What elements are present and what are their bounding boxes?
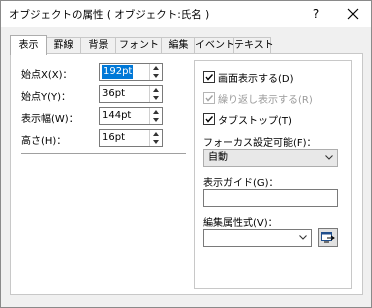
start-x-value: 192pt	[102, 65, 134, 79]
display-width-field[interactable]: 144pt	[99, 107, 163, 125]
display-width-value: 144pt	[102, 110, 132, 121]
start-y-value: 36pt	[102, 88, 125, 99]
display-width-spinner	[149, 108, 162, 124]
spin-down-icon	[153, 118, 159, 122]
display-options-group: 画面表示する(D) 繰り返し表示する(R) タブストップ(T) フォーカス設定可…	[194, 60, 352, 289]
close-button[interactable]	[339, 3, 367, 25]
repeat-display-checkbox[interactable]	[203, 92, 215, 104]
edit-format-label: 編集属性式(V)：	[203, 218, 278, 229]
start-y-spin-down[interactable]	[150, 94, 162, 102]
checkmark-icon	[205, 74, 214, 81]
tab-stop-checkbox[interactable]	[203, 113, 215, 125]
display-width-spin-down[interactable]	[150, 116, 162, 124]
start-y-field[interactable]: 36pt	[99, 85, 163, 103]
tab-background[interactable]: 背景	[80, 37, 117, 54]
position-separator	[21, 153, 186, 154]
tab-edit[interactable]: 編集	[161, 37, 196, 54]
height-value: 16pt	[102, 132, 125, 143]
chevron-down-icon	[299, 235, 307, 240]
tab-text[interactable]: テキスト	[233, 37, 274, 54]
tab-display[interactable]: 表示	[10, 35, 47, 55]
display-tab-panel: 始点X(X)： 192pt 始点Y(Y)： 36pt 表示幅(W)： 144pt…	[10, 53, 363, 295]
start-x-field[interactable]: 192pt	[99, 63, 163, 81]
focus-setting-value: 自動	[208, 152, 228, 163]
spin-up-icon	[153, 132, 159, 136]
expression-builder-icon	[321, 232, 335, 243]
start-x-label: 始点X(X)：	[21, 70, 73, 81]
tab-stop-label[interactable]: タブストップ(T)	[218, 112, 292, 127]
display-guide-input[interactable]	[203, 189, 338, 207]
height-spin-up[interactable]	[150, 130, 162, 138]
spin-down-icon	[153, 74, 159, 78]
height-label: 高さ(H)：	[21, 136, 67, 147]
spin-down-icon	[153, 140, 159, 144]
start-x-spin-down[interactable]	[150, 72, 162, 80]
title-bar: オブジェクトの属性 ( オブジェクト:氏名 ) ?	[1, 1, 371, 27]
edit-format-combo[interactable]	[203, 229, 312, 247]
dialog-title: オブジェクトの属性 ( オブジェクト:氏名 )	[9, 9, 210, 21]
properties-dialog: オブジェクトの属性 ( オブジェクト:氏名 ) ? 表示 罫線 背景 フォント …	[0, 0, 372, 308]
help-button[interactable]: ?	[303, 3, 329, 25]
start-x-spin-up[interactable]	[150, 64, 162, 72]
spin-up-icon	[153, 66, 159, 70]
start-x-spinner	[149, 64, 162, 80]
focus-setting-label: フォーカス設定可能(F)：	[203, 138, 317, 149]
tab-events[interactable]: イベント	[194, 37, 235, 54]
repeat-display-label[interactable]: 繰り返し表示する(R)	[218, 91, 313, 106]
display-width-spin-up[interactable]	[150, 108, 162, 116]
checkmark-icon	[205, 95, 214, 102]
show-on-screen-label[interactable]: 画面表示する(D)	[218, 70, 294, 85]
checkmark-icon	[205, 116, 214, 123]
spin-up-icon	[153, 88, 159, 92]
start-y-spin-up[interactable]	[150, 86, 162, 94]
focus-setting-dropdown[interactable]: 自動	[203, 149, 338, 167]
height-spinner	[149, 130, 162, 146]
spin-down-icon	[153, 96, 159, 100]
display-guide-label: 表示ガイド(G)：	[203, 178, 279, 189]
height-field[interactable]: 16pt	[99, 129, 163, 147]
display-width-label: 表示幅(W)：	[21, 114, 79, 125]
start-y-spinner	[149, 86, 162, 102]
close-icon	[347, 8, 359, 20]
show-on-screen-checkbox[interactable]	[203, 71, 215, 83]
tab-borders[interactable]: 罫線	[45, 37, 82, 54]
expression-builder-button[interactable]	[318, 228, 338, 247]
height-spin-down[interactable]	[150, 138, 162, 146]
chevron-down-icon	[325, 155, 333, 160]
start-y-label: 始点Y(Y)：	[21, 92, 72, 103]
tab-font[interactable]: フォント	[115, 37, 163, 54]
spin-up-icon	[153, 110, 159, 114]
